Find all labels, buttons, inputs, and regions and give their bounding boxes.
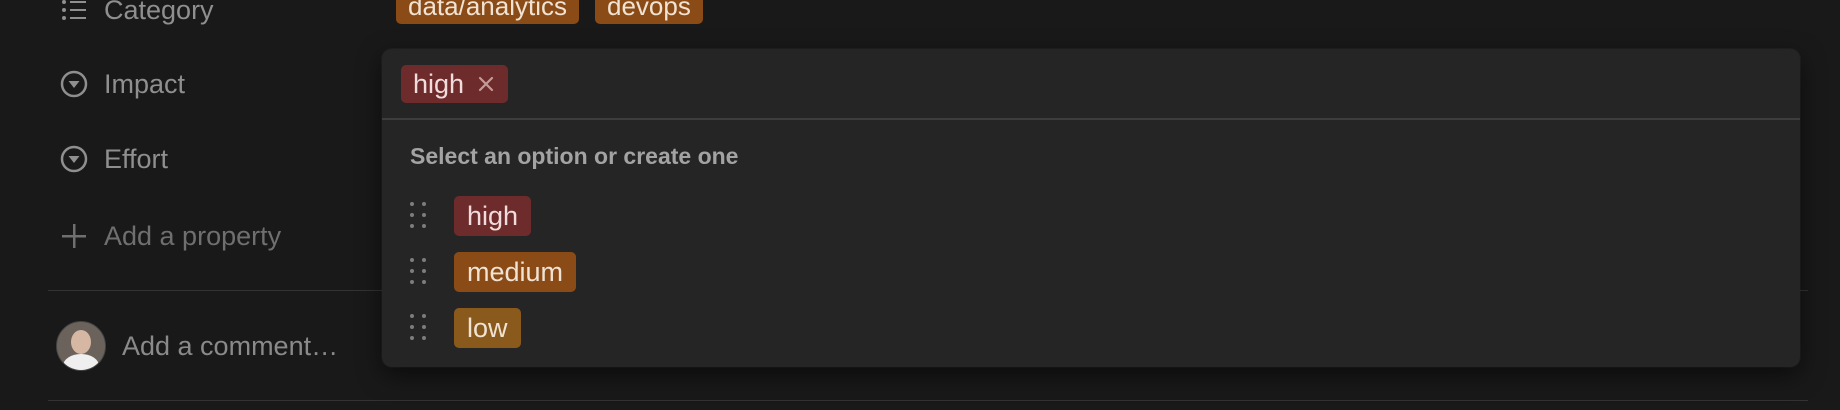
option-item[interactable]: high [410, 196, 532, 236]
property-impact[interactable]: Impact [60, 62, 185, 106]
tag[interactable]: devops [594, 0, 703, 24]
list-icon [60, 0, 88, 24]
option-item[interactable]: low [410, 308, 521, 348]
comment-input[interactable]: Add a comment… [122, 331, 338, 362]
drag-handle-icon[interactable] [410, 202, 428, 230]
avatar [56, 321, 106, 371]
select-search-input[interactable]: high [382, 49, 1800, 120]
property-effort[interactable]: Effort [60, 137, 168, 181]
property-label: Category [104, 0, 214, 25]
tag[interactable]: data/analytics [396, 0, 579, 24]
option-tag-low[interactable]: low [454, 308, 521, 348]
option-tag-high[interactable]: high [454, 196, 532, 236]
category-tags[interactable]: data/analytics devops [396, 0, 703, 24]
drag-handle-icon[interactable] [410, 314, 428, 342]
dropdown-hint: Select an option or create one [410, 143, 739, 169]
add-property-label: Add a property [104, 220, 282, 251]
selected-tag[interactable]: high [401, 64, 509, 103]
close-icon[interactable] [476, 74, 496, 94]
selected-tag-label: high [413, 68, 465, 99]
divider [48, 400, 1808, 401]
option-tag-medium[interactable]: medium [454, 252, 577, 292]
property-label: Impact [104, 68, 186, 99]
option-item[interactable]: medium [410, 252, 577, 292]
add-property-button[interactable]: Add a property [60, 214, 281, 258]
select-icon [60, 145, 88, 173]
select-icon [60, 70, 88, 98]
comment-row[interactable]: Add a comment… [56, 321, 338, 371]
plus-icon [60, 222, 88, 250]
drag-handle-icon[interactable] [410, 258, 428, 286]
property-label: Effort [104, 143, 169, 174]
select-dropdown: high Select an option or create one high… [382, 49, 1800, 367]
property-category[interactable]: Category [60, 0, 214, 32]
